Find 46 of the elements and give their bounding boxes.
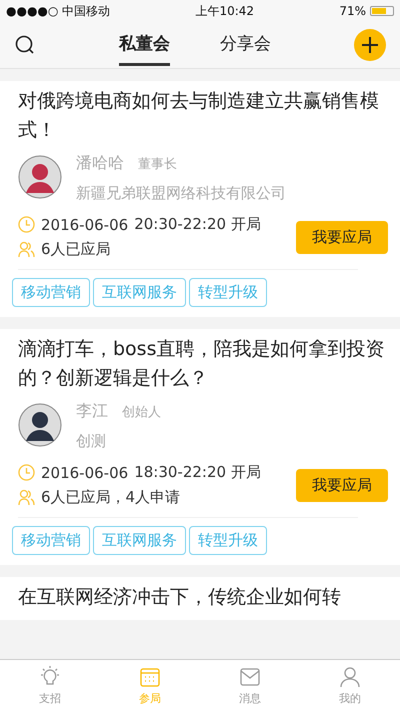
tab-bar-item[interactable]: 我的 <box>300 660 400 710</box>
people-icon <box>18 241 35 258</box>
search-icon[interactable] <box>14 34 36 56</box>
clock-icon <box>18 216 35 233</box>
join-button[interactable]: 我要应局 <box>296 468 388 502</box>
topic-card[interactable]: 对俄跨境电商如何去与制造建立共赢销售模式！ 潘哈哈 董事长 新疆兄弟联盟网络科技有限公司 2016-06-06 20:30-22:20 开局 6人已应局 我要应局 移动营销 互联网服务 转型升级 <box>0 81 400 317</box>
plus-icon <box>361 36 379 54</box>
host-company: 创测 <box>76 432 107 451</box>
host-name: 潘哈哈 <box>76 153 124 174</box>
topic-tag[interactable]: 移动营销 <box>12 526 90 555</box>
person-icon <box>338 664 362 688</box>
tab-bar-item[interactable]: 消息 <box>200 660 300 710</box>
header-tab[interactable]: 分享会 <box>220 24 271 66</box>
topic-tag[interactable]: 转型升级 <box>189 278 267 307</box>
event-date: 2016-06-06 <box>41 464 128 482</box>
avatar-icon <box>18 403 62 447</box>
topic-card[interactable]: 滴滴打车，boss直聘，陪我是如何拿到投资的？创新逻辑是什么？ 李江 创始人 创测 2016-06-06 18:30-22:20 开局 6人已应局，4人申请 我要应局 移动营销 互联网服务 转型升级 <box>0 329 400 565</box>
avatar-icon <box>18 155 62 199</box>
battery-text: 71% <box>339 4 366 18</box>
topic-title: 对俄跨境电商如何去与制造建立共赢销售模式！ <box>18 89 380 143</box>
attendance-text: 6人已应局，4人申请 <box>41 488 180 507</box>
clock-text: 上午10:42 <box>195 2 254 20</box>
event-date: 2016-06-06 <box>41 216 128 234</box>
event-time: 18:30-22:20 开局 <box>134 463 261 482</box>
tab-bar-item[interactable]: 参局 <box>100 660 200 710</box>
host-company: 新疆兄弟联盟网络科技有限公司 <box>76 184 286 203</box>
topic-tag[interactable]: 互联网服务 <box>93 278 186 307</box>
host-name: 李江 <box>76 401 108 422</box>
topic-tag[interactable]: 转型升级 <box>189 526 267 555</box>
topic-tag[interactable]: 移动营销 <box>12 278 90 307</box>
topic-title: 滴滴打车，boss直聘，陪我是如何拿到投资的？创新逻辑是什么？ <box>18 337 386 391</box>
topic-title: 在互联网经济冲击下，传统企业如何转 <box>18 585 342 610</box>
host-role: 创始人 <box>122 404 161 421</box>
carrier-text: ●●●●○ 中国移动 <box>6 2 110 20</box>
topic-tag[interactable]: 互联网服务 <box>93 526 186 555</box>
attendance-text: 6人已应局 <box>41 240 111 259</box>
host-role: 董事长 <box>138 156 177 173</box>
topic-card[interactable]: 在互联网经济冲击下，传统企业如何转 <box>0 577 400 620</box>
event-time: 20:30-22:20 开局 <box>134 215 261 234</box>
battery-icon <box>370 6 394 16</box>
add-button[interactable] <box>354 29 386 61</box>
clock-icon <box>18 464 35 481</box>
header-tab[interactable]: 私董会 <box>119 24 170 66</box>
tab-bar-item[interactable]: 支招 <box>0 660 100 710</box>
people-icon <box>18 489 35 506</box>
join-button[interactable]: 我要应局 <box>296 220 388 254</box>
